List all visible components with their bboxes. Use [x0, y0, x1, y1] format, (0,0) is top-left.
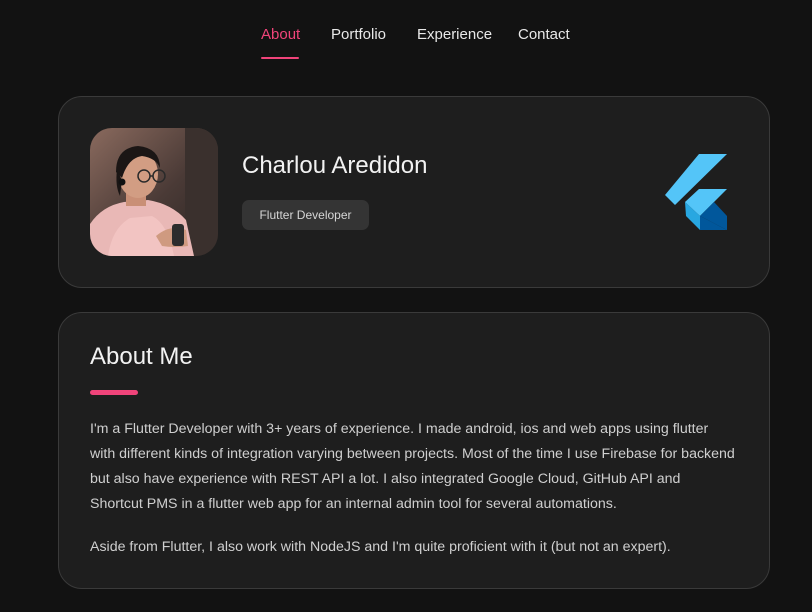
active-tab-indicator: [261, 57, 299, 59]
role-badge: Flutter Developer: [242, 200, 369, 230]
section-title: About Me: [90, 343, 193, 370]
about-paragraph-1: I'm a Flutter Developer with 3+ years of…: [90, 421, 735, 512]
nav-tab-contact[interactable]: Contact: [518, 26, 570, 43]
top-navigation: About Portfolio Experience Contact: [0, 0, 812, 70]
nav-tab-portfolio[interactable]: Portfolio: [331, 26, 386, 43]
avatar: [90, 128, 218, 256]
nav-tab-about[interactable]: About: [261, 26, 300, 43]
role-badge-label: Flutter Developer: [259, 208, 352, 222]
profile-name: Charlou Aredidon: [242, 152, 428, 179]
profile-card: Charlou Aredidon Flutter Developer: [58, 96, 770, 288]
about-paragraph-2: Aside from Flutter, I also work with Nod…: [90, 539, 671, 555]
nav-tab-experience[interactable]: Experience: [417, 26, 492, 43]
title-accent-bar: [90, 390, 138, 395]
avatar-photo: [90, 128, 218, 256]
about-section-card: About Me I'm a Flutter Developer with 3+…: [58, 312, 770, 589]
flutter-logo-icon: [665, 154, 727, 230]
